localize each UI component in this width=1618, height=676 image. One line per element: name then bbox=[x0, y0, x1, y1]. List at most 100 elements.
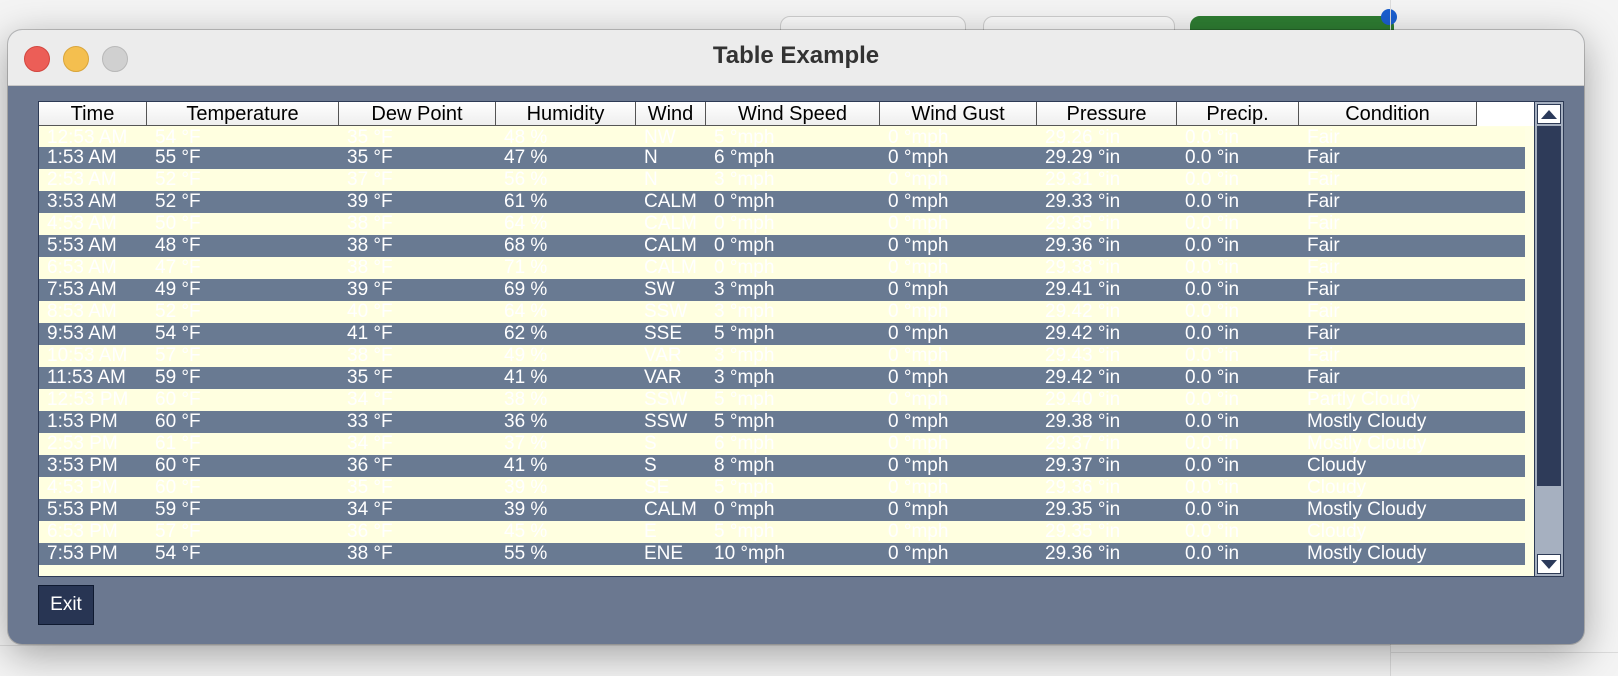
table-cell: 12:53 AM bbox=[47, 127, 128, 147]
table-row[interactable]: 10:53 AM 57 °F 38 °F 49 % VAR 3 °mph 0 °mph 29.… bbox=[39, 345, 1525, 367]
vertical-scrollbar[interactable] bbox=[1534, 102, 1563, 576]
table-cell: 3 °mph bbox=[714, 279, 775, 300]
table-row[interactable]: 1:53 AM 55 °F 35 °F 47 % N 6 °mph 0 °mph 29.29 … bbox=[39, 147, 1525, 169]
table-cell: 0.0 °in bbox=[1185, 455, 1240, 476]
column-header[interactable]: Wind bbox=[636, 102, 706, 126]
table-row[interactable]: 6:53 AM 47 °F 38 °F 71 % CALM 0 °mph 0 °mph 29.… bbox=[39, 257, 1525, 279]
column-header[interactable]: Temperature bbox=[147, 102, 339, 126]
table-cell: 55 % bbox=[504, 543, 548, 564]
table-cell: Cloudy bbox=[1307, 455, 1367, 476]
table-cell: 0.0 °in bbox=[1185, 389, 1240, 410]
table-cell: 29.33 °in bbox=[1045, 191, 1121, 212]
table-cell: SSW bbox=[644, 411, 688, 432]
scroll-thumb[interactable] bbox=[1537, 126, 1561, 486]
table-row[interactable]: 1:53 PM 60 °F 33 °F 36 % SSW 5 °mph 0 °mph 29.3… bbox=[39, 411, 1525, 433]
table-cell: 54 °F bbox=[155, 323, 201, 344]
table-row[interactable]: 4:53 PM 60 °F 35 °F 39 % SE 5 °mph 0 °mph 29.36… bbox=[39, 477, 1525, 499]
table-cell: 29.37 °in bbox=[1045, 455, 1121, 476]
table-cell: Fair bbox=[1307, 345, 1340, 366]
table-cell: NW bbox=[644, 127, 676, 147]
table-cell: 29.36 °in bbox=[1045, 235, 1121, 256]
background-divider bbox=[0, 645, 1390, 646]
table-row[interactable]: 2:53 PM 61 °F 34 °F 37 % S 6 °mph 0 °mph 29.37 … bbox=[39, 433, 1525, 455]
table-cell: 0 °mph bbox=[888, 257, 949, 278]
table-cell: 29.36 °in bbox=[1045, 477, 1121, 498]
table-cell: 29.37 °in bbox=[1045, 433, 1121, 454]
table-cell: 0.0 °in bbox=[1185, 323, 1240, 344]
table-cell: 34 °F bbox=[347, 433, 393, 454]
table-cell: 35 °F bbox=[347, 477, 393, 498]
table-cell: 29.31 °in bbox=[1045, 169, 1121, 190]
table-cell: 38 °F bbox=[347, 543, 393, 564]
table-cell: VAR bbox=[644, 367, 682, 388]
table-cell: 29.29 °in bbox=[1045, 147, 1121, 168]
table-cell: 5 °mph bbox=[714, 323, 775, 344]
weather-table[interactable]: Time Temperature Dew Point Humidity Wind Wind… bbox=[38, 101, 1564, 577]
column-header[interactable]: Time bbox=[39, 102, 147, 126]
table-cell: Mostly Cloudy bbox=[1307, 433, 1427, 454]
table-cell: 9:53 AM bbox=[47, 323, 117, 344]
table-cell: N bbox=[644, 147, 658, 168]
column-header[interactable]: Pressure bbox=[1037, 102, 1177, 126]
table-cell: 0 °mph bbox=[888, 235, 949, 256]
table-cell: 54 °F bbox=[155, 127, 201, 147]
table-cell: 29.41 °in bbox=[1045, 279, 1121, 300]
table-cell: 52 °F bbox=[155, 191, 201, 212]
column-header[interactable]: Humidity bbox=[496, 102, 636, 126]
table-cell: 29.40 °in bbox=[1045, 389, 1121, 410]
table-cell: 0 °mph bbox=[888, 169, 949, 190]
table-cell: 56 % bbox=[504, 169, 548, 190]
table-row[interactable]: 3:53 PM 60 °F 36 °F 41 % S 8 °mph 0 °mph 29.37 … bbox=[39, 455, 1525, 477]
table-cell: 0.0 °in bbox=[1185, 543, 1240, 564]
table-cell: 5 °mph bbox=[714, 127, 775, 147]
column-header[interactable]: Dew Point bbox=[339, 102, 496, 126]
table-cell: SE bbox=[644, 477, 670, 498]
table-cell: 0 °mph bbox=[888, 477, 949, 498]
exit-button[interactable]: Exit bbox=[38, 585, 94, 625]
table-row[interactable]: 8:53 AM 52 °F 40 °F 64 % SSW 3 °mph 0 °mph 29.4… bbox=[39, 301, 1525, 323]
scroll-down-button[interactable] bbox=[1537, 554, 1561, 574]
table-cell: 62 % bbox=[504, 323, 548, 344]
table-cell: 0 °mph bbox=[888, 147, 949, 168]
table-row[interactable]: 7:53 AM 49 °F 39 °F 69 % SW 3 °mph 0 °mph 29.41… bbox=[39, 279, 1525, 301]
table-row[interactable]: 4:53 AM 50 °F 38 °F 64 % CALM 0 °mph 0 °mph 29.… bbox=[39, 213, 1525, 235]
table-cell: 29.42 °in bbox=[1045, 323, 1121, 344]
column-header[interactable]: Precip. bbox=[1177, 102, 1299, 126]
table-cell: 29.35 °in bbox=[1045, 521, 1121, 542]
table-row[interactable]: 9:53 AM 54 °F 41 °F 62 % SSE 5 °mph 0 °mph 29.4… bbox=[39, 323, 1525, 345]
table-row[interactable]: 7:53 PM 54 °F 38 °F 55 % ENE 10 °mph 0 °mph 29.… bbox=[39, 543, 1525, 565]
table-cell: Fair bbox=[1307, 235, 1340, 256]
column-header[interactable]: Condition bbox=[1299, 102, 1477, 126]
table-cell: 38 °F bbox=[347, 345, 393, 366]
table-cell: Mostly Cloudy bbox=[1307, 411, 1427, 432]
table-cell: 39 % bbox=[504, 499, 548, 520]
table-cell: 29.38 °in bbox=[1045, 257, 1121, 278]
table-cell: 0.0 °in bbox=[1185, 521, 1240, 542]
table-cell: 71 % bbox=[504, 257, 548, 278]
table-row[interactable]: 5:53 AM 48 °F 38 °F 68 % CALM 0 °mph 0 °mph 29.… bbox=[39, 235, 1525, 257]
table-cell: 5 °mph bbox=[714, 477, 775, 498]
table-row[interactable]: 2:53 AM 52 °F 37 °F 56 % N 3 °mph 0 °mph 29.31 … bbox=[39, 169, 1525, 191]
table-cell: Fair bbox=[1307, 127, 1340, 147]
table-cell: 49 % bbox=[504, 345, 548, 366]
table-row[interactable]: 12:53 PM 60 °F 34 °F 38 % SSW 5 °mph 0 °mph 29.… bbox=[39, 389, 1525, 411]
column-header[interactable]: Wind Gust bbox=[880, 102, 1037, 126]
table-cell: 38 % bbox=[504, 389, 548, 410]
table-row[interactable]: 11:53 AM 59 °F 35 °F 41 % VAR 3 °mph 0 °mph 29.… bbox=[39, 367, 1525, 389]
title-bar[interactable]: Table Example bbox=[8, 30, 1584, 86]
column-header[interactable]: Wind Speed bbox=[706, 102, 880, 126]
table-cell: 52 °F bbox=[155, 301, 201, 322]
table-cell: S bbox=[644, 455, 657, 476]
table-row[interactable]: 12:53 AM 54 °F 35 °F 48 % NW 5 °mph 0 °mph 29.2… bbox=[39, 127, 1525, 147]
table-cell: 59 °F bbox=[155, 367, 201, 388]
table-row[interactable]: 5:53 PM 59 °F 34 °F 39 % CALM 0 °mph 0 °mph 29.… bbox=[39, 499, 1525, 521]
table-cell: CALM bbox=[644, 257, 697, 278]
table-row[interactable]: 6:53 PM 57 °F 36 °F 45 % E 5 °mph 0 °mph 29.35 … bbox=[39, 521, 1525, 543]
table-cell: 0.0 °in bbox=[1185, 367, 1240, 388]
table-cell: 6:53 AM bbox=[47, 257, 117, 278]
table-row[interactable]: 3:53 AM 52 °F 39 °F 61 % CALM 0 °mph 0 °mph 29.… bbox=[39, 191, 1525, 213]
table-cell: 0.0 °in bbox=[1185, 301, 1240, 322]
scroll-up-button[interactable] bbox=[1537, 104, 1561, 124]
table-cell: Mostly Cloudy bbox=[1307, 499, 1427, 520]
table-body[interactable]: 12:53 AM 54 °F 35 °F 48 % NW 5 °mph 0 °mph 29.2… bbox=[39, 127, 1525, 565]
